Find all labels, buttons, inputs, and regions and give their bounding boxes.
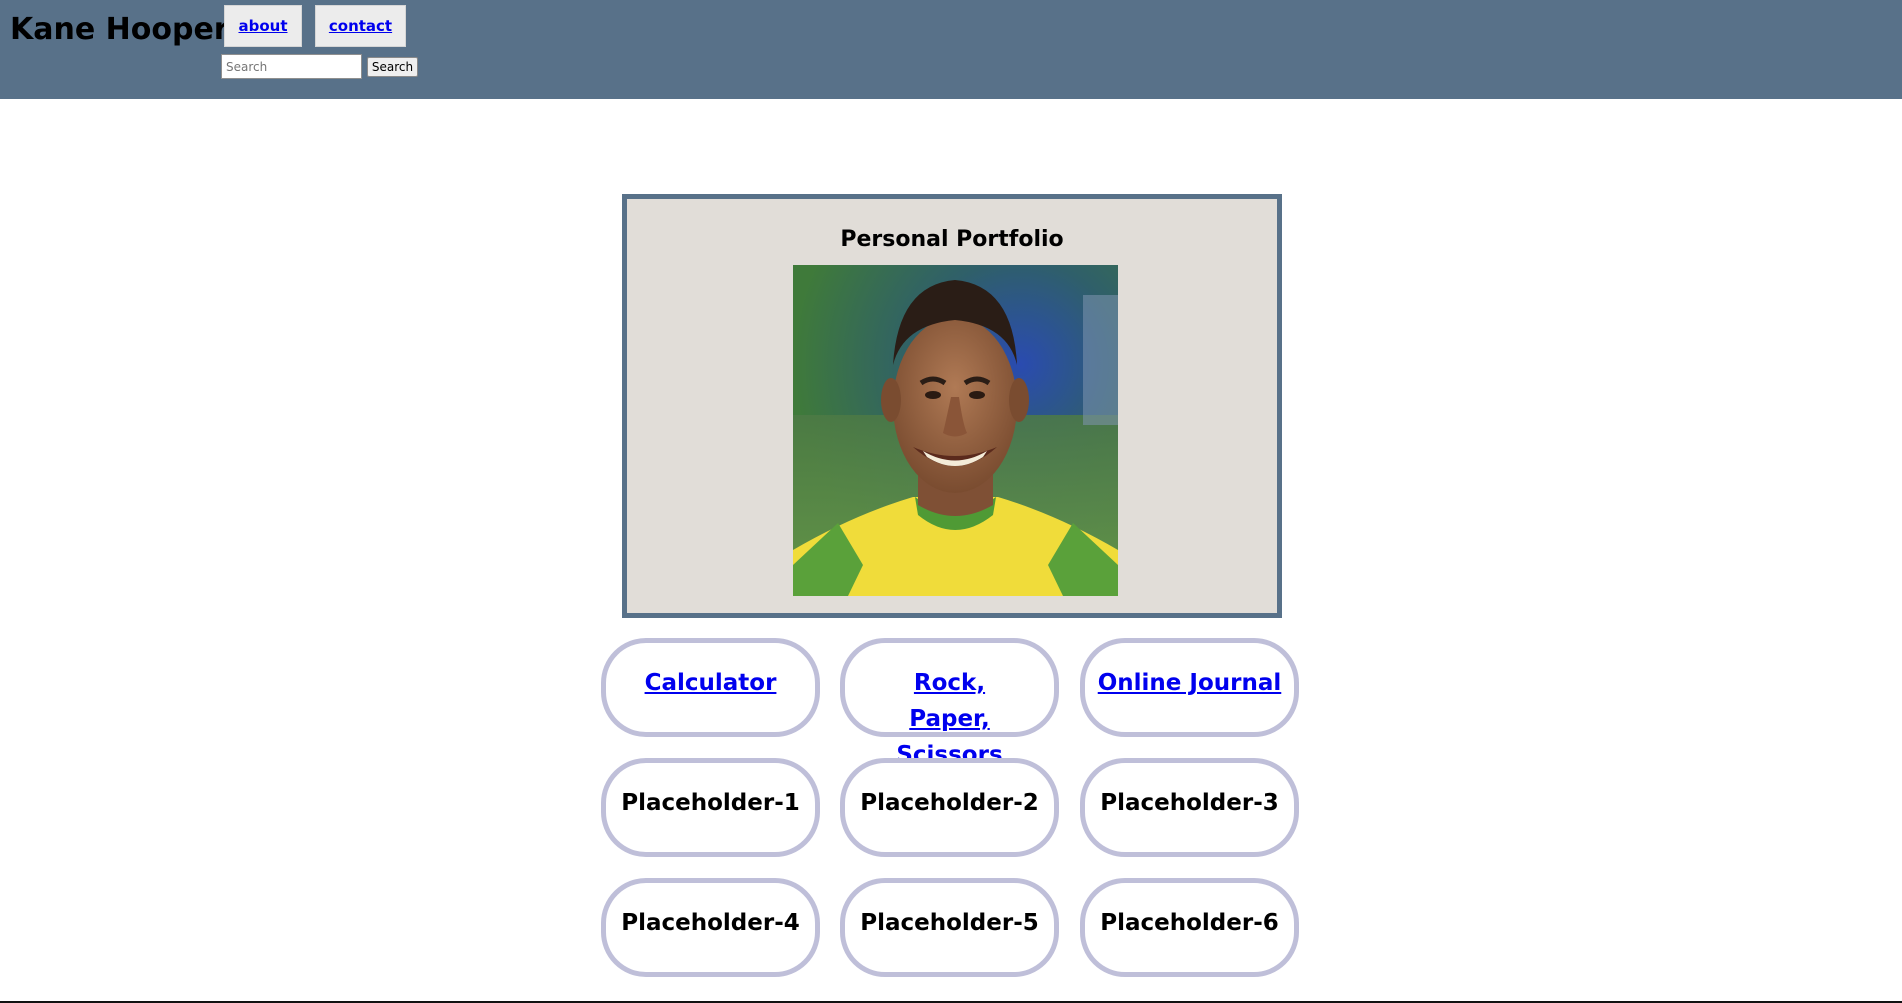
project-tile-rock-paper-scissors[interactable]: Rock, Paper, Scissors [840,638,1059,768]
project-label: Placeholder-6 [1100,910,1279,936]
project-label: Placeholder-4 [621,910,800,936]
project-tile-online-journal[interactable]: Online Journal [1080,638,1299,737]
portfolio-card: Personal Portfolio [622,194,1282,618]
nav-item-contact[interactable]: contact [315,5,406,47]
project-tile-placeholder-6: Placeholder-6 [1080,878,1299,977]
project-tile-placeholder-4: Placeholder-4 [601,878,820,977]
site-name: Kane Hooper [10,12,229,47]
project-link-rock-paper-scissors[interactable]: Rock, Paper, Scissors [875,665,1025,773]
project-label: Placeholder-2 [860,790,1039,816]
project-tile-placeholder-3: Placeholder-3 [1080,758,1299,857]
profile-photo [793,265,1118,596]
nav-item-about[interactable]: about [224,5,302,47]
search-input[interactable] [221,54,362,79]
project-label: Placeholder-5 [860,910,1039,936]
project-tile-calculator[interactable]: Calculator [601,638,820,737]
search-button[interactable]: Search [367,57,418,77]
project-link-calculator[interactable]: Calculator [645,665,777,701]
project-tile-placeholder-5: Placeholder-5 [840,878,1059,977]
project-label: Placeholder-3 [1100,790,1279,816]
project-tile-placeholder-2: Placeholder-2 [840,758,1059,857]
project-link-online-journal[interactable]: Online Journal [1098,665,1282,701]
project-tile-placeholder-1: Placeholder-1 [601,758,820,857]
site-header: Kane Hooper about contact Search [0,0,1902,99]
nav-link-about[interactable]: about [238,17,287,35]
project-label: Placeholder-1 [621,790,800,816]
nav-link-contact[interactable]: contact [329,17,392,35]
portfolio-title: Personal Portfolio [840,227,1064,252]
